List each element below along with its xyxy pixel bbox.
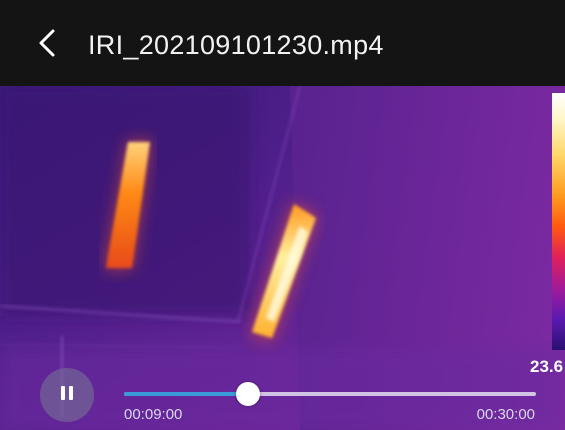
total-time-label: 00:30:00: [476, 406, 535, 423]
video-player-screen: IRI_202109101230.mp4 23.6 00:09:00 00:30…: [0, 0, 565, 430]
pause-button[interactable]: [40, 368, 94, 422]
file-name-title: IRI_202109101230.mp4: [88, 30, 384, 60]
top-bar: IRI_202109101230.mp4: [0, 0, 565, 86]
seek-thumb[interactable]: [235, 382, 260, 406]
seek-bar-progress: [124, 392, 248, 396]
current-time-label: 00:09:00: [124, 406, 183, 423]
back-button[interactable]: [30, 28, 64, 62]
temperature-scale-bar: [552, 93, 565, 350]
scale-min-label: 23.6: [530, 357, 564, 376]
chevron-left-icon: [36, 28, 58, 63]
seek-bar[interactable]: [124, 382, 536, 406]
pause-icon: [60, 385, 74, 406]
